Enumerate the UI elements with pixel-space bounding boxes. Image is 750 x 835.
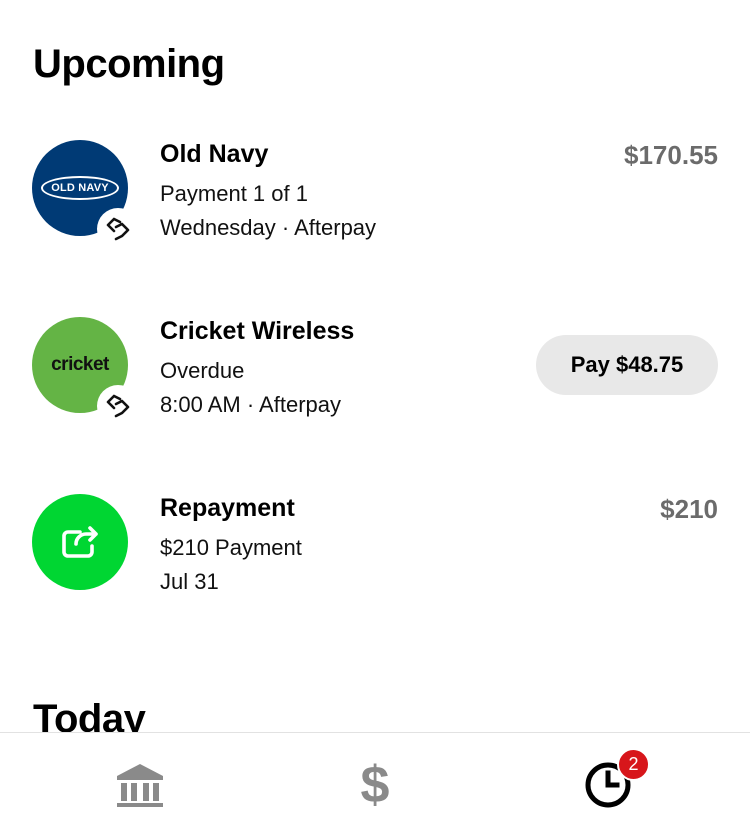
payment-date: Jul 31 <box>160 569 219 594</box>
repayment-avatar <box>32 494 128 590</box>
upcoming-heading: Upcoming <box>33 42 225 86</box>
list-item-old-navy[interactable]: OLD NAVY Old Navy Payment 1 of 1 Wednesd… <box>0 140 750 260</box>
merchant-name: Repayment <box>160 494 295 522</box>
payment-status: Payment 1 of 1 <box>160 181 308 206</box>
cricket-logo: cricket <box>51 354 109 375</box>
payment-date: 8:00 AM · Afterpay <box>160 392 341 417</box>
tab-money[interactable]: $ <box>325 733 425 835</box>
afterpay-icon <box>97 385 139 427</box>
merchant-name: Old Navy <box>160 140 269 168</box>
afterpay-icon <box>97 208 139 250</box>
payment-status: $210 Payment <box>160 535 302 560</box>
payment-status: Overdue <box>160 358 245 383</box>
list-item-repayment[interactable]: Repayment $210 Payment Jul 31 $210 <box>0 494 750 614</box>
bank-icon <box>117 763 163 807</box>
notification-badge: 2 <box>617 748 650 781</box>
repeat-arrow-icon <box>62 526 98 558</box>
payment-date: Wednesday · Afterpay <box>160 215 377 240</box>
payment-amount: $170.55 <box>624 140 718 170</box>
tab-banking[interactable] <box>90 733 190 835</box>
tab-activity[interactable] <box>558 733 658 835</box>
tab-bar: $ <box>0 732 750 835</box>
screen: Upcoming OLD NAVY Old Navy Payment 1 of … <box>0 0 750 835</box>
merchant-name: Cricket Wireless <box>160 317 355 345</box>
old-navy-logo: OLD NAVY <box>41 176 119 200</box>
list-item-cricket-wireless[interactable]: cricket Cricket Wireless Overdue 8:00 AM… <box>0 317 750 437</box>
payment-amount: $210 <box>660 494 718 524</box>
dollar-icon: $ <box>360 755 390 814</box>
pay-button[interactable]: Pay $48.75 <box>536 335 718 395</box>
